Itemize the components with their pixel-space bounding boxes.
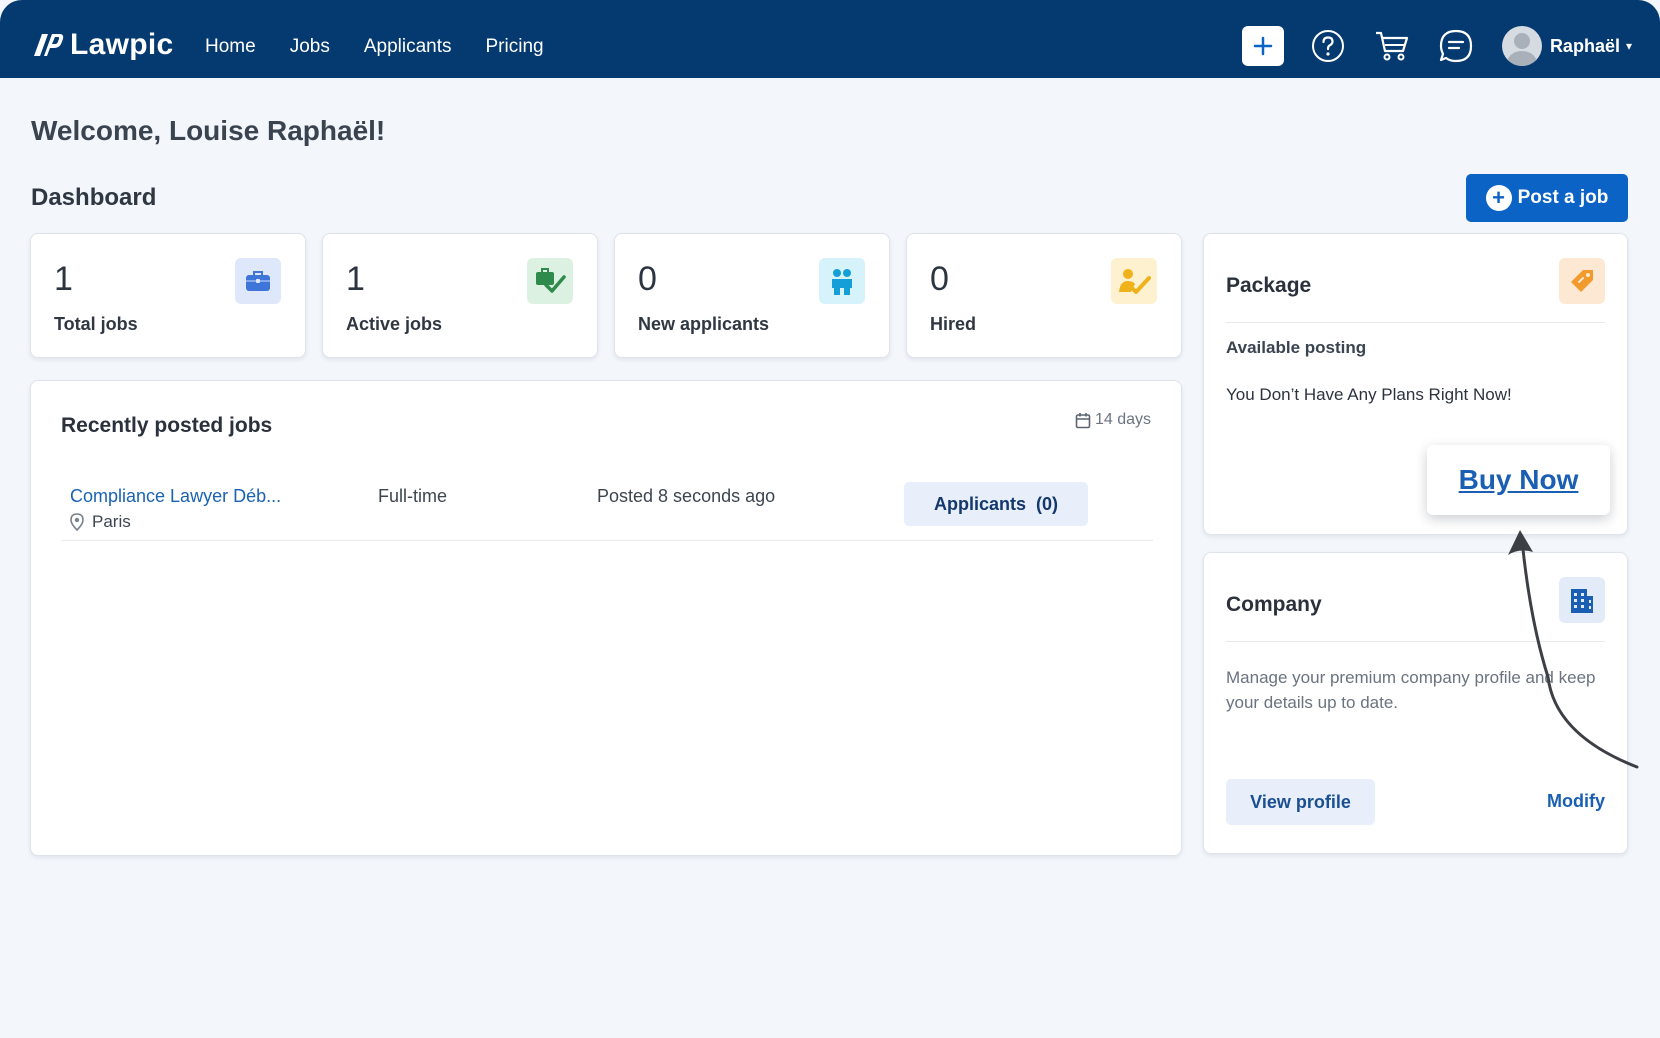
job-location: Paris [70, 512, 131, 532]
main-nav: Home Jobs Applicants Pricing [205, 36, 544, 58]
brand-logo[interactable]: Lawpic [30, 28, 174, 62]
stat-card-active-jobs[interactable]: 1 Active jobs [322, 233, 598, 358]
cart-icon [1375, 31, 1409, 61]
buy-now-label: Buy Now [1458, 464, 1579, 495]
company-title: Company [1226, 593, 1322, 616]
view-profile-button[interactable]: View profile [1226, 779, 1375, 825]
calendar-icon [1075, 412, 1091, 428]
stat-label: New applicants [638, 314, 770, 334]
company-card: Company Manage your premium company prof… [1203, 552, 1628, 854]
post-job-button[interactable]: + Post a job [1466, 174, 1628, 222]
stat-label: Hired [930, 314, 977, 334]
recent-jobs-title: Recently posted jobs [61, 414, 273, 437]
stat-card-new-applicants[interactable]: 0 New applicants [614, 233, 890, 358]
hired-person-icon [1111, 258, 1157, 304]
no-plan-message: You Don’t Have Any Plans Right Now! [1226, 385, 1512, 404]
stat-card-total-jobs[interactable]: 1 Total jobs [30, 233, 306, 358]
avatar [1501, 26, 1542, 66]
checked-briefcase-icon [527, 258, 573, 304]
available-posting-label: Available posting [1226, 338, 1367, 357]
date-range-filter[interactable]: 14 days [1075, 411, 1151, 429]
stat-label: Total jobs [54, 314, 138, 334]
modify-link[interactable]: Modify [1547, 791, 1605, 812]
cart-button[interactable] [1370, 24, 1414, 68]
top-nav-bar: Lawpic Home Jobs Applicants Pricing Raph… [0, 0, 1660, 78]
job-title-link[interactable]: Compliance Lawyer Déb... [70, 486, 281, 507]
nav-link-home[interactable]: Home [205, 36, 256, 58]
company-description: Manage your premium company profile and … [1226, 668, 1596, 712]
job-location-label: Paris [92, 512, 131, 531]
create-button[interactable] [1241, 26, 1284, 66]
help-icon [1311, 30, 1344, 62]
brand-name: Lawpic [70, 28, 174, 61]
stat-value: 0 [638, 260, 657, 298]
nav-link-applicants[interactable]: Applicants [364, 36, 452, 58]
user-menu[interactable]: Raphaël ▾ [1501, 26, 1632, 66]
package-title: Package [1226, 274, 1312, 297]
date-range-label: 14 days [1094, 411, 1151, 428]
buy-now-button[interactable]: Buy Now [1427, 445, 1610, 515]
stat-value: 1 [346, 260, 365, 298]
price-tag-icon [1559, 258, 1605, 304]
page-title: Dashboard [31, 184, 157, 211]
user-name: Raphaël [1549, 35, 1620, 56]
job-posted-time: Posted 8 seconds ago [597, 486, 776, 506]
app-window: Lawpic Home Jobs Applicants Pricing Raph… [0, 0, 1660, 1038]
table-row: Compliance Lawyer Déb... Paris Full-time… [61, 476, 1153, 541]
location-pin-icon [70, 513, 84, 531]
job-type: Full-time [378, 486, 448, 506]
welcome-heading: Welcome, Louise Raphaël! [31, 115, 386, 146]
chat-icon [1439, 29, 1473, 63]
stat-label: Active jobs [346, 314, 443, 334]
nav-link-pricing[interactable]: Pricing [486, 36, 544, 58]
post-job-label: Post a job [1517, 187, 1609, 208]
nav-link-jobs[interactable]: Jobs [290, 36, 330, 58]
briefcase-icon [235, 258, 281, 304]
divider [1226, 641, 1605, 642]
add-circle-icon: + [1485, 185, 1512, 211]
logo-icon [34, 34, 64, 56]
help-button[interactable] [1306, 24, 1350, 68]
stat-value: 1 [54, 260, 73, 298]
plus-icon [1253, 36, 1273, 56]
messages-button[interactable] [1434, 24, 1478, 68]
chevron-down-icon: ▾ [1625, 39, 1632, 53]
stat-card-hired[interactable]: 0 Hired [906, 233, 1182, 358]
nav-actions: Raphaël ▾ [1241, 24, 1632, 68]
applicants-button[interactable]: Applicants (0) [904, 482, 1088, 526]
stat-value: 0 [930, 260, 949, 298]
recent-jobs-panel: Recently posted jobs 14 days Compliance … [30, 380, 1182, 856]
building-icon [1559, 577, 1605, 623]
people-icon [819, 258, 865, 304]
divider [1226, 322, 1605, 323]
